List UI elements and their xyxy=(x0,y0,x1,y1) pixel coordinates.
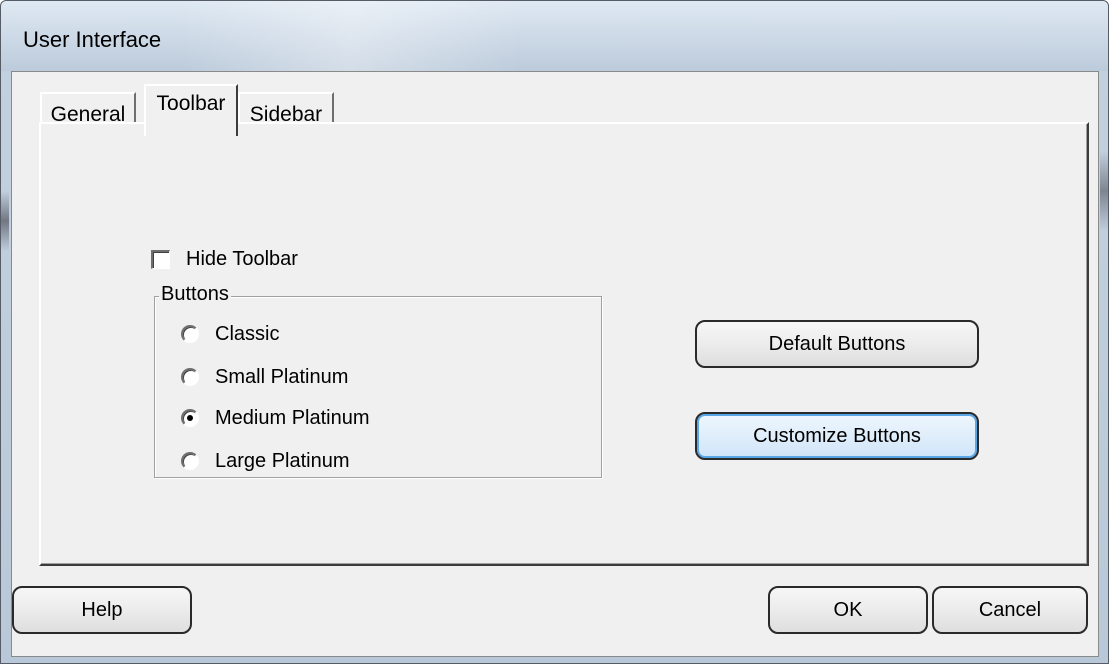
customize-buttons-button[interactable]: Customize Buttons xyxy=(695,412,979,460)
radio-large-platinum[interactable]: Large Platinum xyxy=(181,448,350,474)
tab-panel-toolbar: Hide Toolbar Buttons Classic Small Plati… xyxy=(39,122,1089,566)
radio-small-platinum-label: Small Platinum xyxy=(215,365,349,388)
hide-toolbar-checkbox-row[interactable]: Hide Toolbar xyxy=(151,246,298,272)
radio-small-platinum[interactable]: Small Platinum xyxy=(181,364,348,390)
window-edge-shadow-right xyxy=(1100,151,1108,231)
radio-small-platinum-circle[interactable] xyxy=(181,368,199,386)
hide-toolbar-label: Hide Toolbar xyxy=(186,247,298,270)
radio-large-platinum-label: Large Platinum xyxy=(215,449,350,472)
radio-classic[interactable]: Classic xyxy=(181,321,279,347)
tab-toolbar-label: Toolbar xyxy=(156,92,226,115)
tab-toolbar[interactable]: Toolbar xyxy=(144,84,238,136)
dialog-window: User Interface General Toolbar Sidebar H… xyxy=(0,0,1109,664)
hide-toolbar-checkbox[interactable] xyxy=(151,249,170,269)
window-title: User Interface xyxy=(23,27,162,52)
radio-medium-platinum[interactable]: Medium Platinum xyxy=(181,405,370,431)
dialog-client-area: General Toolbar Sidebar Hide Toolbar But… xyxy=(11,71,1099,657)
buttons-group-label: Buttons xyxy=(159,283,231,306)
help-button[interactable]: Help xyxy=(12,586,192,634)
title-bar[interactable]: User Interface xyxy=(1,1,1108,71)
ok-button[interactable]: OK xyxy=(768,586,928,634)
radio-classic-label: Classic xyxy=(215,322,280,345)
cancel-button[interactable]: Cancel xyxy=(932,586,1088,634)
buttons-groupbox: Buttons Classic Small Platinum Medium Pl… xyxy=(154,283,602,478)
radio-large-platinum-circle[interactable] xyxy=(181,452,199,470)
radio-medium-platinum-label: Medium Platinum xyxy=(215,406,370,429)
radio-classic-circle[interactable] xyxy=(181,325,199,343)
window-edge-shadow-left xyxy=(1,191,9,251)
radio-medium-platinum-circle[interactable] xyxy=(181,409,199,427)
default-buttons-button[interactable]: Default Buttons xyxy=(695,320,979,368)
